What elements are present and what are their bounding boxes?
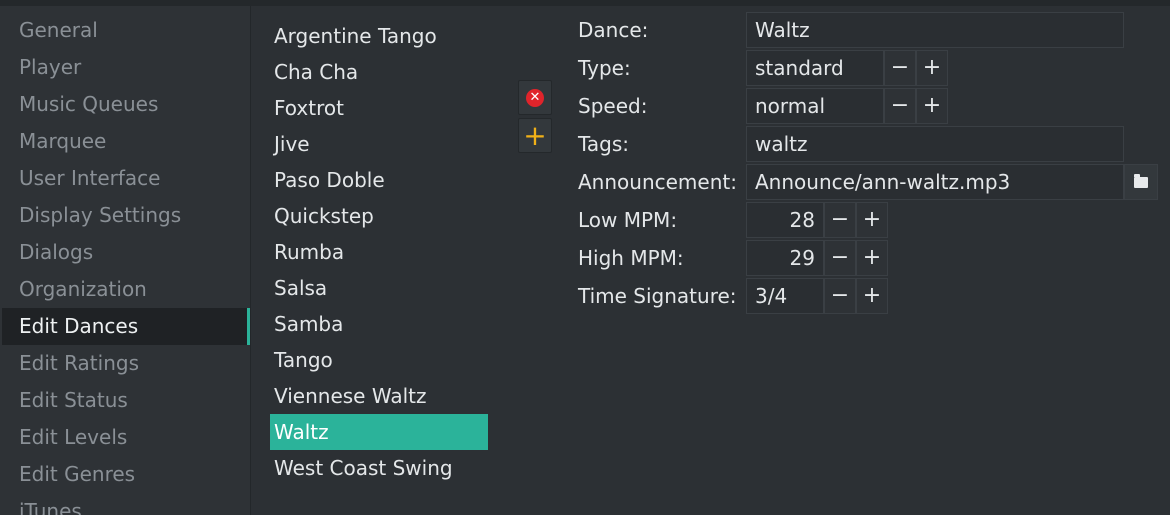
- dance-list-item-selected[interactable]: Waltz: [270, 414, 488, 450]
- high-mpm-decrement-button[interactable]: −: [824, 240, 856, 276]
- sidebar-item-edit-genres[interactable]: Edit Genres: [2, 456, 250, 493]
- low-mpm-field[interactable]: 28: [746, 202, 824, 238]
- dance-list-item[interactable]: Foxtrot: [270, 90, 488, 126]
- time-signature-field[interactable]: 3/4: [746, 278, 824, 314]
- tags-label: Tags:: [578, 132, 630, 156]
- speed-label: Speed:: [578, 94, 648, 118]
- sidebar-item-dialogs[interactable]: Dialogs: [2, 234, 250, 271]
- speed-increment-button[interactable]: +: [916, 88, 948, 124]
- announcement-field[interactable]: Announce/ann-waltz.mp3: [746, 164, 1124, 200]
- add-dance-button[interactable]: +: [518, 118, 552, 153]
- sidebar-item-user-interface[interactable]: User Interface: [2, 160, 250, 197]
- tags-field[interactable]: waltz: [746, 126, 1124, 162]
- folder-icon: [1134, 173, 1148, 188]
- sidebar-item-itunes[interactable]: iTunes: [2, 493, 250, 515]
- time-signature-decrement-button[interactable]: −: [824, 278, 856, 314]
- speed-field[interactable]: normal: [746, 88, 884, 124]
- sidebar-item-general[interactable]: General: [2, 12, 250, 49]
- high-mpm-field[interactable]: 29: [746, 240, 824, 276]
- sidebar-item-edit-ratings[interactable]: Edit Ratings: [2, 345, 250, 382]
- type-decrement-button[interactable]: −: [884, 50, 916, 86]
- sidebar-item-marquee[interactable]: Marquee: [2, 123, 250, 160]
- dance-list-item[interactable]: Cha Cha: [270, 54, 488, 90]
- time-signature-label: Time Signature:: [578, 284, 737, 308]
- dance-list-item[interactable]: Tango: [270, 342, 488, 378]
- browse-folder-button[interactable]: [1124, 164, 1158, 200]
- type-increment-button[interactable]: +: [916, 50, 948, 86]
- delete-dance-button[interactable]: ✕: [518, 80, 552, 115]
- dance-list-item[interactable]: Viennese Waltz: [270, 378, 488, 414]
- speed-decrement-button[interactable]: −: [884, 88, 916, 124]
- sidebar-item-music-queues[interactable]: Music Queues: [2, 86, 250, 123]
- dance-list-item[interactable]: Salsa: [270, 270, 488, 306]
- dance-list-item[interactable]: Quickstep: [270, 198, 488, 234]
- add-icon: +: [523, 118, 547, 152]
- dance-label: Dance:: [578, 18, 649, 42]
- type-field[interactable]: standard: [746, 50, 884, 86]
- sidebar-item-edit-status[interactable]: Edit Status: [2, 382, 250, 419]
- low-mpm-increment-button[interactable]: +: [856, 202, 888, 238]
- announcement-label: Announcement:: [578, 170, 737, 194]
- time-signature-increment-button[interactable]: +: [856, 278, 888, 314]
- sidebar-item-organization[interactable]: Organization: [2, 271, 250, 308]
- sidebar-item-edit-levels[interactable]: Edit Levels: [2, 419, 250, 456]
- dance-list-item[interactable]: Rumba: [270, 234, 488, 270]
- high-mpm-label: High MPM:: [578, 246, 684, 270]
- type-label: Type:: [578, 56, 631, 80]
- dance-name-field[interactable]: Waltz: [746, 12, 1124, 48]
- sidebar-item-player[interactable]: Player: [2, 49, 250, 86]
- sidebar-item-display-settings[interactable]: Display Settings: [2, 197, 250, 234]
- dance-list-item[interactable]: Jive: [270, 126, 488, 162]
- sidebar-item-edit-dances[interactable]: Edit Dances: [2, 308, 250, 345]
- low-mpm-decrement-button[interactable]: −: [824, 202, 856, 238]
- dance-list-item[interactable]: Paso Doble: [270, 162, 488, 198]
- dance-list-item[interactable]: West Coast Swing: [270, 450, 488, 486]
- high-mpm-increment-button[interactable]: +: [856, 240, 888, 276]
- dance-list-item[interactable]: Samba: [270, 306, 488, 342]
- low-mpm-label: Low MPM:: [578, 208, 678, 232]
- dance-list-item[interactable]: Argentine Tango: [270, 18, 488, 54]
- settings-sidebar: General Player Music Queues Marquee User…: [0, 6, 251, 515]
- delete-icon: ✕: [526, 88, 544, 107]
